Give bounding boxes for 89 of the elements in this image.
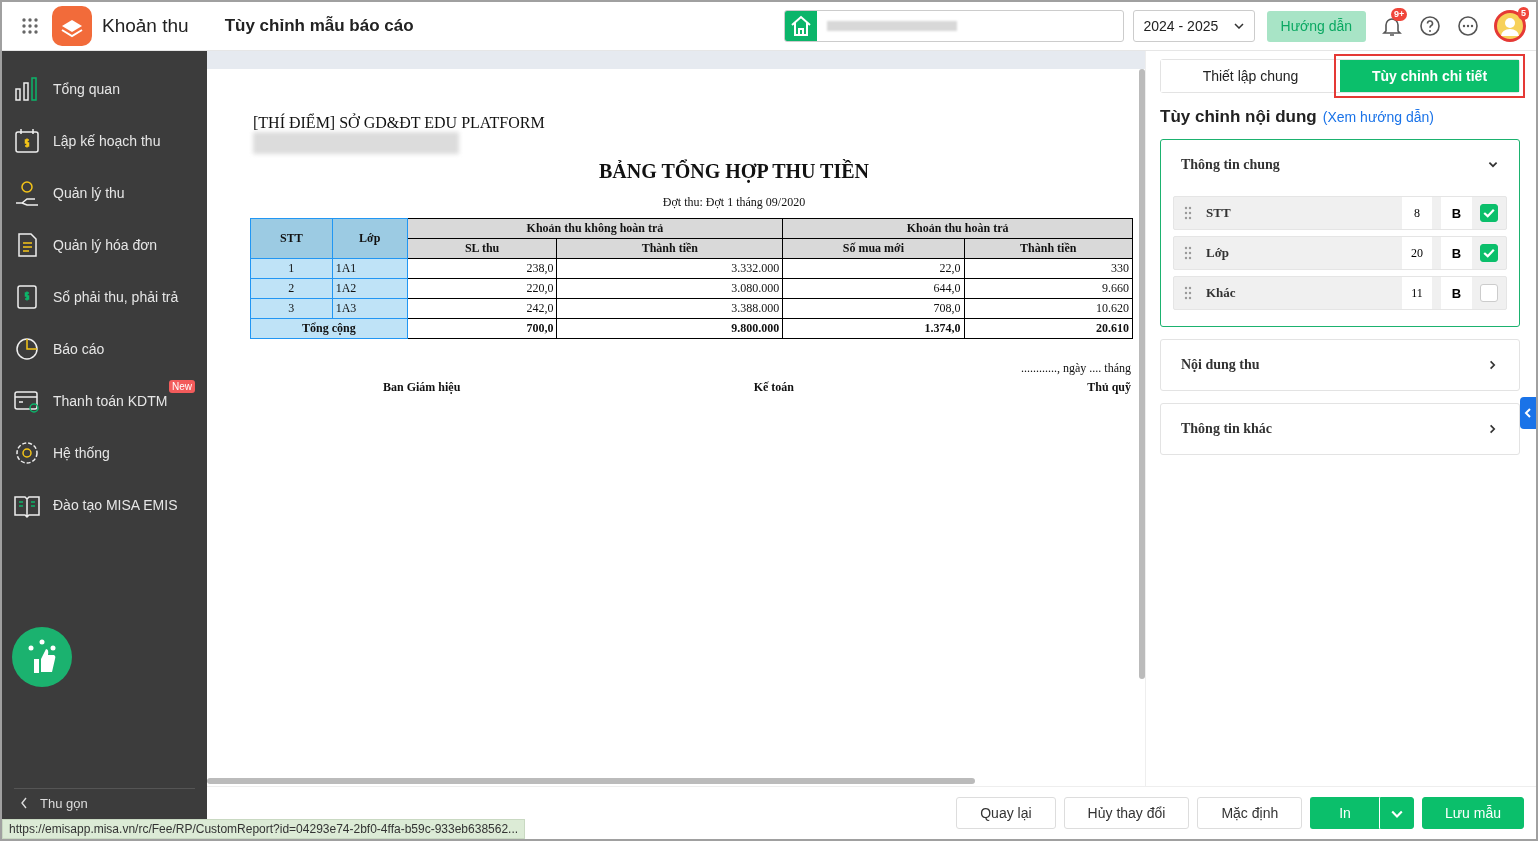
drag-handle-icon[interactable] [1184,206,1192,220]
table-cell: 238,0 [407,258,557,279]
panel-heading: Tùy chỉnh nội dung [1160,107,1317,126]
table-cell: 2 [250,278,333,299]
section-title[interactable]: Nội dung thu [1181,357,1260,373]
footer-button[interactable]: Hủy thay đổi [1063,797,1190,829]
footer-button[interactable]: Quay lại [956,797,1056,829]
field-name: Khác [1206,285,1237,301]
report-title: BẢNG TỔNG HỢP THU TIỀN [597,160,871,183]
table-cell: 10.620 [964,298,1133,319]
date-line: ............, ngày .... tháng [1020,361,1131,376]
table-cell: 20.610 [964,318,1133,339]
table-cell: 3.080.000 [556,278,783,299]
font-size-field[interactable]: 11 [1402,277,1432,309]
panel-toggle-button[interactable] [1520,397,1536,429]
section-title[interactable]: Thông tin chung [1181,157,1280,173]
notification-badge: 9+ [1391,8,1408,21]
collapse-button[interactable]: Thu gọn [14,788,195,817]
table-cell: 1 [250,258,333,279]
report-subtitle: Đợt thu: Đợt 1 tháng 09/2020 [661,195,807,210]
font-size-field[interactable]: 8 [1402,197,1432,229]
table-cell: 700,0 [407,318,557,339]
checkbox[interactable] [1480,244,1498,262]
page-title: Tùy chỉnh mẫu báo cáo [224,16,414,36]
chevron-down-icon [1233,23,1244,29]
pie-icon [13,335,41,363]
organization-name: [THÍ ĐIỂM] SỞ GD&ĐT EDU PLATFORM [253,114,546,132]
field-name: STT [1206,205,1232,221]
sidebar-item[interactable]: Tổng quan [2,63,207,115]
chevron-left-icon [20,797,28,809]
guide-link[interactable]: (Xem hướng dẫn) [1322,109,1434,125]
bold-toggle[interactable]: B [1441,277,1472,309]
school-unit-field[interactable] [783,10,1124,42]
section-title[interactable]: Thông tin khác [1181,421,1273,437]
table-header: STT [250,218,333,259]
gear-icon [13,439,41,467]
table-cell: 242,0 [407,298,557,319]
table-cell: 330 [964,258,1133,279]
font-size-field[interactable]: 20 [1402,237,1432,269]
chevron-down-icon [1390,810,1403,818]
table-header: Khoản thu không hoàn trả [407,218,783,239]
chevron-left-icon [1524,408,1532,418]
bold-toggle[interactable]: B [1441,197,1472,229]
table-cell: 9.660 [964,278,1133,299]
table-cell: 644,0 [782,278,964,299]
signer-label: Ban Giám hiệu [383,380,461,395]
thumbs-up-stars-icon[interactable] [12,627,72,687]
table-cell: 22,0 [782,258,964,279]
table-cell: 708,0 [782,298,964,319]
status-url: https://emisapp.misa.vn/rc/Fee/RP/CustomReport?id=04293e74-2bf0-4ffa-b59c-933eb638562... [2,819,526,839]
app-name: Khoản thu [102,15,189,37]
sidebar-item[interactable]: Hệ thống [2,427,207,479]
footer-button[interactable]: Mặc định [1197,797,1303,829]
more-icon[interactable] [1456,14,1480,38]
sidebar-item[interactable]: Báo cáo [2,323,207,375]
table-cell: 9.800.000 [556,318,783,339]
signer-label: Kế toán [753,380,794,395]
avatar-icon[interactable] [1494,10,1526,42]
home-icon [784,11,817,41]
sidebar-item[interactable]: Quản lý thu [2,167,207,219]
table-cell: 3 [250,298,333,319]
checkbox[interactable] [1480,204,1498,222]
school-year-select[interactable]: 2024 - 2025 [1132,10,1255,42]
help-icon[interactable] [1418,14,1442,38]
new-badge: New [169,380,195,393]
scrollbar[interactable] [207,778,975,784]
drag-handle-icon[interactable] [1184,246,1192,260]
table-cell: 3.332.000 [556,258,783,279]
app-logo-icon [52,6,92,46]
field-name: Lớp [1206,245,1231,261]
bold-toggle[interactable]: B [1441,237,1472,269]
signer-label: Thủ quỹ [1087,380,1131,395]
sidebar-item[interactable]: Sổ phải thu, phải trả [2,271,207,323]
calendar-icon [13,127,41,155]
table-header: Khoản thu hoàn trả [782,218,1133,239]
sidebar-item[interactable]: Lập kế hoạch thu [2,115,207,167]
table-cell: 1.374,0 [782,318,964,339]
table-cell: 3.388.000 [556,298,783,319]
table-header: Lớp [332,218,408,259]
table-cell: Tổng cộng [250,318,408,339]
sidebar-item[interactable]: Quản lý hóa đơn [2,219,207,271]
scrollbar[interactable] [1139,69,1145,679]
sidebar-item[interactable]: Thanh toán KDTM New [2,375,207,427]
app-grid-icon[interactable] [22,18,38,34]
drag-handle-icon[interactable] [1184,286,1192,300]
checkbox[interactable] [1480,284,1498,302]
sidebar-item[interactable]: Đào tạo MISA EMIS [2,479,207,531]
print-menu-button[interactable] [1379,797,1414,829]
table-cell: 220,0 [407,278,557,299]
